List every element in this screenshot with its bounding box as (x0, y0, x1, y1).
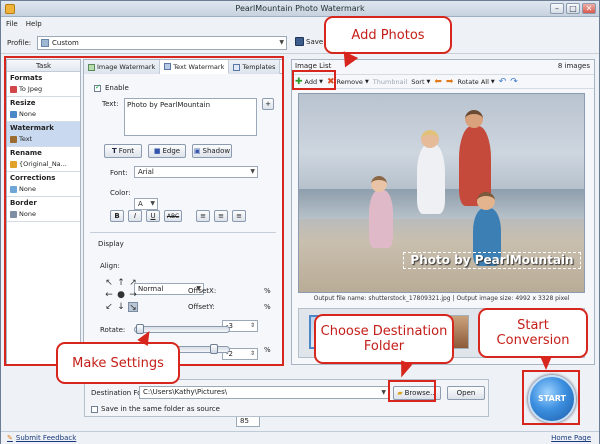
menu-file[interactable]: File (6, 20, 18, 28)
feedback-icon: ✎ (7, 434, 13, 442)
arrow-left-icon: ⬅ (434, 76, 442, 87)
rotate-right-button[interactable]: ↷ (510, 77, 518, 87)
open-folder-button[interactable]: Open (447, 386, 485, 400)
opacity-value: 85 (240, 417, 249, 425)
rotate-left-icon: ↶ (498, 76, 507, 87)
image-list-title: Image List (295, 62, 332, 70)
title-bar: PearlMountain Photo Watermark – □ ✕ (1, 1, 599, 17)
profile-value: Custom (52, 39, 79, 47)
rotate-all-label: Rotate All (457, 77, 489, 86)
add-highlight-box (292, 70, 336, 90)
menu-help[interactable]: Help (26, 20, 42, 28)
remove-label: Remove (336, 77, 363, 86)
profile-label: Profile: (7, 39, 32, 47)
move-right-button[interactable]: ➡ (446, 77, 454, 87)
rotate-right-icon: ↷ (510, 76, 518, 87)
profile-select[interactable]: Custom ▼ (37, 36, 287, 50)
maximize-button[interactable]: □ (566, 3, 580, 14)
save-profile-button[interactable]: Save (295, 37, 323, 46)
chevron-down-icon: ▼ (490, 78, 495, 85)
submit-feedback-link[interactable]: ✎ Submit Feedback (7, 434, 76, 442)
profile-image-icon (41, 39, 49, 47)
destination-folder-input[interactable]: C:\Users\Kathy\Pictures\ ▼ (139, 386, 389, 399)
thumbnail-button[interactable]: Thumbnail (373, 78, 407, 86)
same-folder-label: Save in the same folder as source (101, 405, 220, 413)
image-preview[interactable]: Photo by PearlMountain (298, 93, 585, 293)
output-info: Output file name: shutterstock_17809321.… (313, 295, 570, 302)
choose-folder-callout: Choose Destination Folder (314, 314, 454, 364)
status-bar: ✎ Submit Feedback Home Page (1, 431, 599, 444)
minimize-button[interactable]: – (550, 3, 564, 14)
settings-highlight-box (4, 56, 284, 366)
destination-path: C:\Users\Kathy\Pictures\ (143, 388, 228, 396)
open-label: Open (456, 389, 476, 397)
arrow-right-icon: ➡ (445, 76, 454, 87)
disk-icon (295, 37, 304, 46)
move-left-button[interactable]: ⬅ (434, 77, 442, 87)
rotate-left-button[interactable]: ↶ (499, 77, 507, 87)
window-title: PearlMountain Photo Watermark (235, 4, 365, 13)
close-button[interactable]: ✕ (582, 3, 596, 14)
image-toolbar: ✚ Add ▼ ✖ Remove ▼ Thumbnail Sort ▼ ⬅ ➡ Rotat… (292, 74, 594, 89)
rotate-all-button[interactable]: Rotate All ▼ (457, 78, 494, 86)
browse-highlight-box (388, 380, 436, 402)
sort-label: Sort (411, 77, 425, 86)
profile-bar: Profile: Custom ▼ Save (1, 32, 599, 54)
chevron-down-icon: ▼ (426, 78, 431, 85)
feedback-label: Submit Feedback (15, 434, 77, 442)
woman-figure (417, 144, 445, 214)
girl-head (371, 176, 387, 192)
chevron-down-icon: ▼ (364, 78, 369, 85)
girl-figure (369, 190, 393, 248)
watermark-overlay[interactable]: Photo by PearlMountain (403, 252, 581, 269)
home-page-link[interactable]: Home Page (551, 434, 591, 442)
menu-bar: File Help (1, 18, 599, 30)
woman-head (421, 130, 439, 148)
save-label: Save (306, 37, 324, 46)
start-conversion-callout: Start Conversion (478, 308, 588, 358)
same-folder-checkbox[interactable] (91, 405, 98, 413)
make-settings-callout: Make Settings (56, 342, 180, 384)
start-highlight-box (522, 370, 580, 425)
boy-head (477, 192, 495, 210)
chevron-down-icon: ▼ (279, 39, 284, 46)
man-head (465, 110, 483, 128)
callout-tail (540, 356, 552, 370)
thumbnail-label: Thumbnail (372, 77, 408, 86)
add-photos-callout: Add Photos (324, 16, 452, 54)
chevron-down-icon: ▼ (381, 389, 386, 396)
sort-button[interactable]: Sort ▼ (411, 78, 430, 86)
image-count: 8 images (557, 62, 590, 70)
